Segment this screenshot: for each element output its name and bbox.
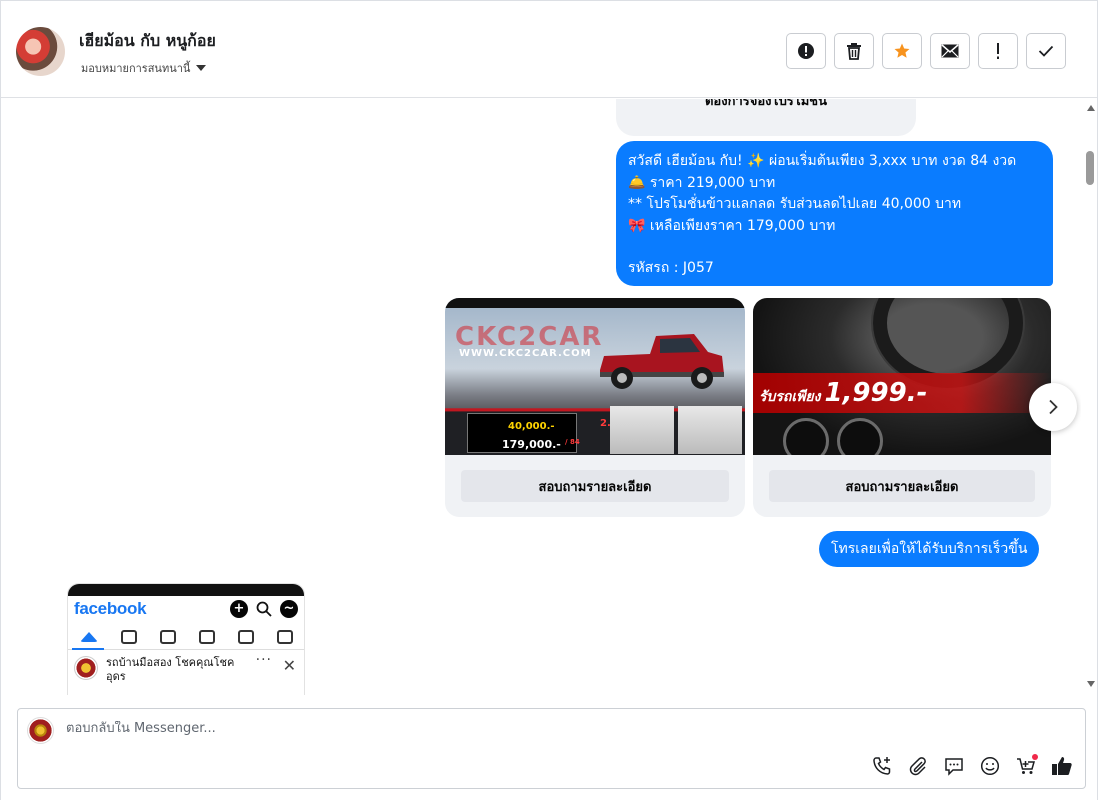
thumbnail-1 <box>610 406 674 454</box>
exclamation-icon <box>997 43 999 59</box>
carousel-card: CKC2CAR WWW.CKC2CAR.COM 40,000.- 179,000… <box>445 298 745 517</box>
reply-composer <box>17 708 1086 789</box>
menu-icon <box>276 629 293 644</box>
smiley-icon <box>980 756 1000 776</box>
bell-icon <box>237 629 254 644</box>
messenger-icon: ~ <box>280 600 298 618</box>
close-icon: ✕ <box>282 656 296 675</box>
fb-header-icons: + ~ <box>230 600 298 618</box>
fb-nav <box>68 624 304 650</box>
add-to-cart-button[interactable] <box>1013 753 1039 779</box>
incoming-image-message[interactable]: facebook + ~ รถบ้านมือสอง โชคคุณโชค อุดร <box>67 583 305 695</box>
car-interior-image[interactable]: รับรถเพียง 1,999.- <box>753 298 1051 455</box>
outgoing-message: สวัสดี เฮียม้อน กับ! ✨ ผ่อนเริ่มต้นเพียง… <box>616 141 1053 286</box>
promo-text: รับรถเพียง 1,999.- <box>759 378 927 408</box>
carousel: CKC2CAR WWW.CKC2CAR.COM 40,000.- 179,000… <box>445 298 1051 517</box>
alert-circle-icon <box>798 43 814 59</box>
chevron-down-icon <box>196 65 207 71</box>
call-now-quick-reply[interactable]: โทรเลยเพื่อให้ได้รับบริการเร็วขึ้น <box>819 531 1040 567</box>
scrollbar[interactable] <box>1082 99 1098 695</box>
paperclip-icon <box>909 757 926 776</box>
scroll-down-arrow[interactable] <box>1087 681 1095 687</box>
important-button[interactable] <box>978 33 1018 69</box>
saved-replies-button[interactable] <box>941 753 967 779</box>
delete-button[interactable] <box>834 33 874 69</box>
chevron-right-icon <box>1049 399 1058 415</box>
message-line: 🎀 เหลือเพียงราคา 179,000 บาท <box>628 217 836 234</box>
message-line: ** โปรโมชั่นข้าวแลกลด รับส่วนลดไปเลย 40,… <box>628 196 962 212</box>
message-line: สวัสดี เฮียม้อน กับ! ✨ ผ่อนเริ่มต้นเพียง… <box>628 153 1017 169</box>
image-url-text: WWW.CKC2CAR.COM <box>459 348 592 359</box>
book-promotion-button[interactable]: ต้องการจองโปรโมชั่น <box>632 99 900 111</box>
term-text: / 84 <box>565 438 580 446</box>
price-2: 179,000.- <box>502 438 561 451</box>
message-line: 🛎️ ราคา 219,000 บาท <box>628 174 776 191</box>
search-icon <box>256 601 272 617</box>
trash-icon <box>847 43 861 60</box>
call-add-icon <box>873 757 891 775</box>
check-icon <box>1038 45 1054 57</box>
price-panel: 40,000.- 179,000.- <box>467 413 577 453</box>
thumbs-up-icon <box>1052 757 1072 775</box>
attach-button[interactable] <box>905 753 931 779</box>
video-icon <box>120 629 137 644</box>
speech-bubble-icon <box>945 758 963 776</box>
inquire-button[interactable]: สอบถามรายละเอียด <box>769 470 1035 502</box>
reply-input[interactable] <box>66 721 766 736</box>
thumbnail-2 <box>678 406 742 454</box>
gauge-left <box>783 418 829 455</box>
page-avatar <box>74 656 98 680</box>
previous-message-card: ต้องการจองโปรโมชั่น <box>616 99 916 136</box>
assign-conversation-dropdown[interactable]: มอบหมายการสนทนานี้ <box>81 59 207 77</box>
star-icon <box>894 43 910 58</box>
conversation-header: เฮียม้อน กับ หนูก้อย มอบหมายการสนทนานี้ <box>1 1 1097 98</box>
star-button[interactable] <box>882 33 922 69</box>
scroll-up-arrow[interactable] <box>1087 105 1095 111</box>
contact-name[interactable]: เฮียม้อน กับ หนูก้อย <box>79 29 216 54</box>
page-avatar <box>27 717 54 744</box>
conversation-panel: เฮียม้อน กับ หนูก้อย มอบหมายการสนทนานี้ <box>0 0 1098 800</box>
price-1: 40,000.- <box>508 421 555 432</box>
nav-active-indicator <box>72 648 104 650</box>
inquire-button[interactable]: สอบถามรายละเอียด <box>461 470 729 502</box>
call-add-button[interactable] <box>869 753 895 779</box>
message-line: รหัสรถ : J057 <box>628 260 714 276</box>
fb-post-header: รถบ้านมือสอง โชคคุณโชค อุดร ··· ✕ <box>74 652 298 684</box>
scroll-thumb[interactable] <box>1086 151 1094 185</box>
carousel-next-button[interactable] <box>1029 383 1077 431</box>
image-band <box>445 298 745 308</box>
phone-status-bar <box>68 584 304 596</box>
promo-prefix: รับรถเพียง <box>759 389 821 405</box>
home-icon <box>79 631 98 642</box>
promo-amount: 1,999.- <box>824 378 928 408</box>
gauge-right <box>837 418 883 455</box>
plus-icon: + <box>230 600 248 618</box>
emoji-button[interactable] <box>977 753 1003 779</box>
car-image[interactable]: CKC2CAR WWW.CKC2CAR.COM 40,000.- 179,000… <box>445 298 745 455</box>
carousel-card: รับรถเพียง 1,999.- สอบถามรายละเอียด <box>753 298 1051 517</box>
like-button[interactable] <box>1049 753 1075 779</box>
pickup-truck-icon <box>600 334 724 389</box>
marketplace-icon <box>198 629 215 644</box>
envelope-icon <box>941 44 959 58</box>
facebook-logo: facebook <box>74 599 147 618</box>
report-button[interactable] <box>786 33 826 69</box>
composer-toolbar <box>869 753 1075 779</box>
more-icon: ··· <box>255 652 272 668</box>
page-name: รถบ้านมือสอง โชคคุณโชค อุดร <box>106 656 235 683</box>
mark-unread-button[interactable] <box>930 33 970 69</box>
notification-dot <box>1032 754 1038 760</box>
friends-icon <box>159 629 176 644</box>
message-thread: ต้องการจองโปรโมชั่น สวัสดี เฮียม้อน กับ!… <box>1 99 1081 695</box>
assign-label: มอบหมายการสนทนานี้ <box>81 62 191 75</box>
fb-header: facebook + ~ <box>74 598 298 620</box>
avatar[interactable] <box>16 27 65 76</box>
header-toolbar <box>786 33 1066 69</box>
done-button[interactable] <box>1026 33 1066 69</box>
